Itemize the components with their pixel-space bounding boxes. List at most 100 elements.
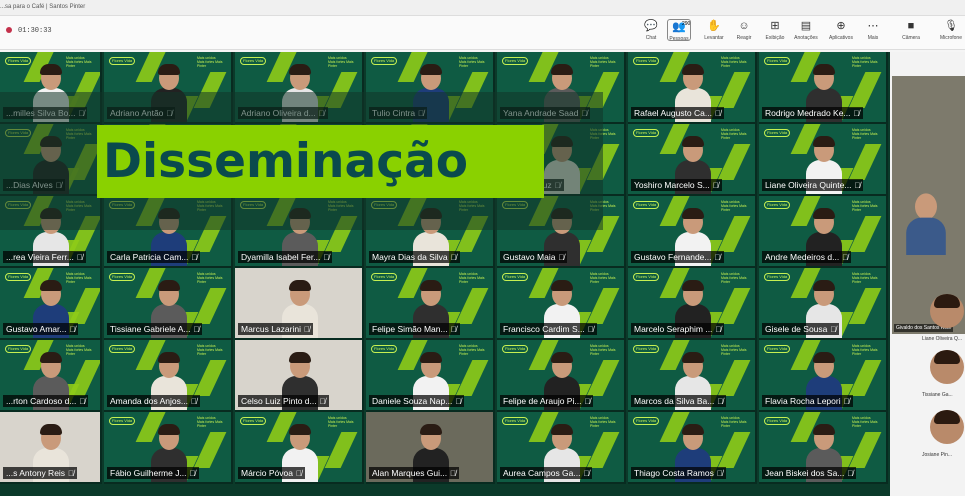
participant-tile[interactable]: Flores Vida Mais unidos Mais fortes Mais … bbox=[366, 340, 495, 412]
participant-name: Yoshiro Marcelo S... 🎙̸ bbox=[631, 179, 722, 191]
background-stripe bbox=[848, 72, 882, 108]
participant-name-text: Marcelo Seraphim ... bbox=[634, 324, 713, 334]
muted-mic-icon: 🎙̸ bbox=[584, 397, 591, 406]
person-hair bbox=[288, 280, 311, 291]
brand-logo-icon: Flores Vida bbox=[502, 417, 528, 425]
avatar-hair bbox=[934, 350, 960, 364]
participant-avatar[interactable] bbox=[930, 294, 964, 328]
participant-tile[interactable]: Flores Vida Mais unidos Mais fortes Mais … bbox=[366, 268, 495, 340]
brand-tagline: Mais unidos Mais fortes Mais Pinter bbox=[721, 200, 747, 212]
participant-tile[interactable]: Flores Vida Mais unidos Mais fortes Mais … bbox=[628, 196, 757, 268]
toolbar-view-button[interactable]: ⊞ Exibição bbox=[760, 19, 790, 47]
toolbar-raise-hand-button[interactable]: ✋ Levantar bbox=[699, 19, 729, 47]
brand-logo-icon: Flores Vida bbox=[764, 129, 790, 137]
muted-mic-icon: 🎙̸ bbox=[68, 469, 75, 478]
participant-name: Liane Oliveira Quinte... 🎙̸ bbox=[762, 179, 864, 191]
participant-name-text: Marcos da Silva Ba... bbox=[634, 396, 715, 406]
brand-tagline: Mais unidos Mais fortes Mais Pinter bbox=[721, 272, 747, 284]
participant-tile[interactable]: Flores Vida Mais unidos Mais fortes Mais … bbox=[628, 412, 757, 484]
participant-name: Celso Luiz Pinto d... 🎙̸ bbox=[238, 395, 329, 407]
participant-name: Carla Patricia Cam... 🎙̸ bbox=[107, 251, 201, 263]
toolbar-microphone-button[interactable]: 🎙 Microfone bbox=[936, 19, 965, 47]
brand-tagline: Mais unidos Mais fortes Mais Pinter bbox=[590, 272, 616, 284]
participant-tile[interactable]: Flores Vida Mais unidos Mais fortes Mais … bbox=[497, 412, 626, 484]
person-body bbox=[906, 217, 946, 255]
person-hair bbox=[681, 280, 704, 291]
participant-tile[interactable]: Flores Vida Mais unidos Mais fortes Mais … bbox=[759, 340, 888, 412]
participant-tile[interactable]: Flores Vida Mais unidos Mais fortes Mais … bbox=[497, 340, 626, 412]
participant-tile[interactable]: Flores Vida Mais unidos Mais fortes Mais … bbox=[759, 124, 888, 196]
person-hair bbox=[419, 280, 442, 291]
participant-tile[interactable]: Alan Marques Gui... 🎙̸ bbox=[366, 412, 495, 484]
toolbar-people-button[interactable]: 👥 290 Pessoas bbox=[667, 19, 691, 42]
chat-icon: 💬 bbox=[644, 20, 658, 32]
person-hair bbox=[288, 64, 311, 75]
participant-tile[interactable]: ...s Antony Reis 🎙̸ bbox=[0, 412, 102, 484]
toolbar-more-button[interactable]: ⋯ Mais bbox=[858, 19, 888, 47]
brand-logo-icon: Flores Vida bbox=[502, 57, 528, 65]
participant-tile[interactable]: Flores Vida Mais unidos Mais fortes Mais … bbox=[759, 268, 888, 340]
participant-tile[interactable]: Flores Vida Mais unidos Mais fortes Mais … bbox=[759, 196, 888, 268]
participant-name-text: Gustavo Maia bbox=[503, 252, 556, 262]
toolbar-notes-button[interactable]: ▤ Anotações bbox=[791, 19, 821, 47]
participant-name: Aurea Campos Ga... 🎙̸ bbox=[500, 467, 593, 479]
participant-name-text: Tissiane Gabriele A... bbox=[110, 324, 191, 334]
recording-icon bbox=[6, 27, 12, 33]
person-hair bbox=[812, 424, 835, 435]
participant-tile[interactable]: Flores Vida Mais unidos Mais fortes Mais … bbox=[759, 412, 888, 484]
muted-mic-icon: 🎙̸ bbox=[714, 109, 721, 118]
participant-tile[interactable]: Flores Vida Mais unidos Mais fortes Mais … bbox=[104, 412, 233, 484]
participant-tile[interactable]: Flores Vida Mais unidos Mais fortes Mais … bbox=[759, 52, 888, 124]
person-hair bbox=[812, 64, 835, 75]
people-count-badge: 290 bbox=[682, 21, 691, 27]
brand-tagline: Mais unidos Mais fortes Mais Pinter bbox=[328, 56, 354, 68]
muted-mic-icon: 🎙̸ bbox=[558, 253, 565, 262]
participant-name-text: Felipe de Araujo Pi... bbox=[503, 396, 582, 406]
participant-name: Tissiane Gabriele A... 🎙̸ bbox=[107, 323, 203, 335]
brand-logo-icon: Flores Vida bbox=[5, 57, 31, 65]
muted-mic-icon: 🎙̸ bbox=[295, 469, 302, 478]
muted-mic-icon: 🎙̸ bbox=[830, 325, 837, 334]
side-participant-name: Liane Oliveira Q... bbox=[922, 336, 963, 342]
brand-tagline: Mais unidos Mais fortes Mais Pinter bbox=[197, 416, 223, 428]
participant-name: Dyamilla Isabel Fer... 🎙̸ bbox=[238, 251, 333, 263]
brand-tagline: Mais unidos Mais fortes Mais Pinter bbox=[459, 56, 485, 68]
toolbar-chat-button[interactable]: 💬 Chat bbox=[636, 19, 666, 47]
toolbar-apps-button[interactable]: ⊕ Aplicativos bbox=[826, 19, 856, 47]
background-stripe bbox=[717, 72, 751, 108]
brand-tagline: Mais unidos Mais fortes Mais Pinter bbox=[590, 416, 616, 428]
participant-tile[interactable]: Flores Vida Mais unidos Mais fortes Mais … bbox=[628, 340, 757, 412]
background-stripe bbox=[848, 288, 882, 324]
participant-tile[interactable]: Marcus Lazarini 🎙̸ bbox=[235, 268, 364, 340]
participant-tile[interactable]: Flores Vida Mais unidos Mais fortes Mais … bbox=[628, 124, 757, 196]
brand-tagline: Mais unidos Mais fortes Mais Pinter bbox=[590, 56, 616, 68]
person-hair bbox=[812, 280, 835, 291]
participant-tile[interactable]: Flores Vida Mais unidos Mais fortes Mais … bbox=[497, 268, 626, 340]
participant-tile[interactable]: Celso Luiz Pinto d... 🎙̸ bbox=[235, 340, 364, 412]
meeting-toolbar: 01:30:33 💬 Chat 👥 290 Pessoas ✋ Levantar ☺ Reagi… bbox=[0, 16, 965, 50]
participant-name-text: ...rton Cardoso d... bbox=[6, 396, 77, 406]
muted-mic-icon: 🎙̸ bbox=[319, 397, 326, 406]
brand-tagline: Mais unidos Mais fortes Mais Pinter bbox=[197, 344, 223, 356]
participant-tile[interactable]: Flores Vida Mais unidos Mais fortes Mais … bbox=[104, 268, 233, 340]
participant-tile[interactable]: Flores Vida Mais unidos Mais fortes Mais … bbox=[628, 268, 757, 340]
brand-logo-icon: Flores Vida bbox=[633, 201, 659, 209]
participant-tile[interactable]: Flores Vida Mais unidos Mais fortes Mais … bbox=[0, 340, 102, 412]
participant-tile[interactable]: Flores Vida Mais unidos Mais fortes Mais … bbox=[235, 412, 364, 484]
brand-tagline: Mais unidos Mais fortes Mais Pinter bbox=[852, 416, 878, 428]
participant-tile[interactable]: Flores Vida Mais unidos Mais fortes Mais … bbox=[628, 52, 757, 124]
background-stripe bbox=[586, 432, 620, 468]
participant-name-text: Francisco Cardim S... bbox=[503, 324, 585, 334]
participant-avatar[interactable] bbox=[930, 350, 964, 384]
participant-avatar[interactable] bbox=[930, 410, 964, 444]
muted-mic-icon: 🎙̸ bbox=[76, 253, 83, 262]
participant-name: ...s Antony Reis 🎙̸ bbox=[3, 467, 78, 479]
toolbar-camera-button[interactable]: ■ Câmera bbox=[896, 19, 926, 47]
toolbar-button-label: Levantar bbox=[704, 35, 724, 41]
toolbar-react-button[interactable]: ☺ Reagir bbox=[729, 19, 759, 47]
participant-name-text: Gisele de Sousa bbox=[765, 324, 828, 334]
participant-tile[interactable]: Flores Vida Mais unidos Mais fortes Mais … bbox=[104, 340, 233, 412]
muted-mic-icon: 🎙̸ bbox=[304, 325, 310, 334]
participant-name-text: Rodrigo Medrado Ke... bbox=[765, 108, 851, 118]
participant-tile[interactable]: Flores Vida Mais unidos Mais fortes Mais … bbox=[0, 268, 102, 340]
